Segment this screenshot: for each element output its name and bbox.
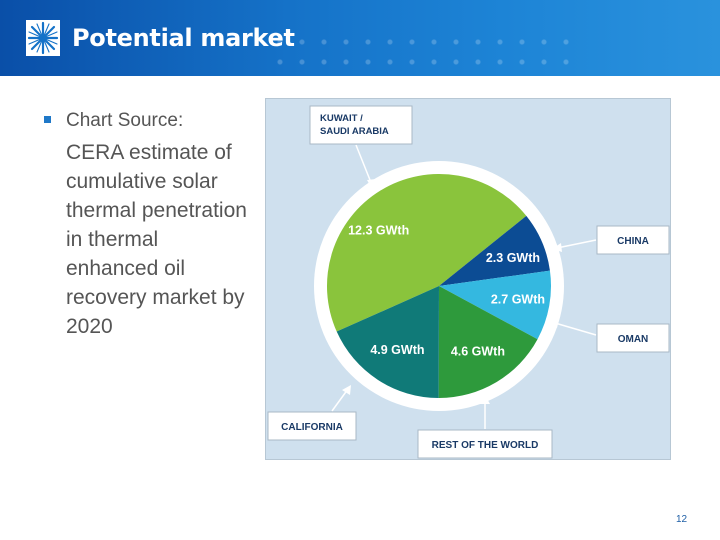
callout-arrow — [355, 144, 373, 186]
header-bar: Potential market — [0, 0, 720, 76]
page-number: 12 — [676, 514, 688, 525]
callout-california-label: CALIFORNIA — [281, 422, 343, 433]
chart-source-text: CERA estimate of cumulative solar therma… — [66, 141, 247, 338]
callout-oman-label: OMAN — [618, 334, 649, 345]
pie-slice-value-label: 4.9 GWth — [370, 343, 424, 357]
pie-slice-value-label: 4.6 GWth — [451, 344, 505, 358]
callout-arrowhead — [342, 385, 351, 395]
callout-arrow — [554, 322, 597, 336]
page-title: Potential market — [72, 24, 295, 52]
callout-china-label: CHINA — [617, 236, 649, 247]
pie-slice-value-label: 2.7 GWth — [491, 293, 545, 307]
callout-arrow — [556, 239, 597, 249]
callout-california: CALIFORNIA — [267, 385, 357, 441]
pie-slice-value-label: 2.3 GWth — [486, 251, 540, 265]
callout-kuwait-label: KUWAIT / — [320, 113, 363, 124]
chart-source-label: Chart Source: — [66, 110, 184, 131]
callout-arrow — [331, 388, 349, 412]
callout-oman: OMAN — [550, 318, 670, 353]
callout-china: CHINA — [552, 225, 670, 255]
pie-slice-value-label: 12.3 GWth — [348, 223, 409, 237]
logo-icon — [26, 20, 60, 56]
callout-saudi-arabia-label: SAUDI ARABIA — [320, 126, 389, 137]
callout-rest-of-the-world-label: REST OF THE WORLD — [432, 440, 539, 451]
pie-chart: 12.3 GWth 2.3 GWth 2.7 GWth 4.6 GWth 4.9 GWt… — [267, 105, 670, 459]
header-decoration — [270, 26, 570, 66]
pie-chart-panel: 12.3 GWth 2.3 GWth 2.7 GWth 4.6 GWth 4.9 GWt… — [265, 98, 671, 460]
bullet-square-icon — [44, 116, 51, 123]
